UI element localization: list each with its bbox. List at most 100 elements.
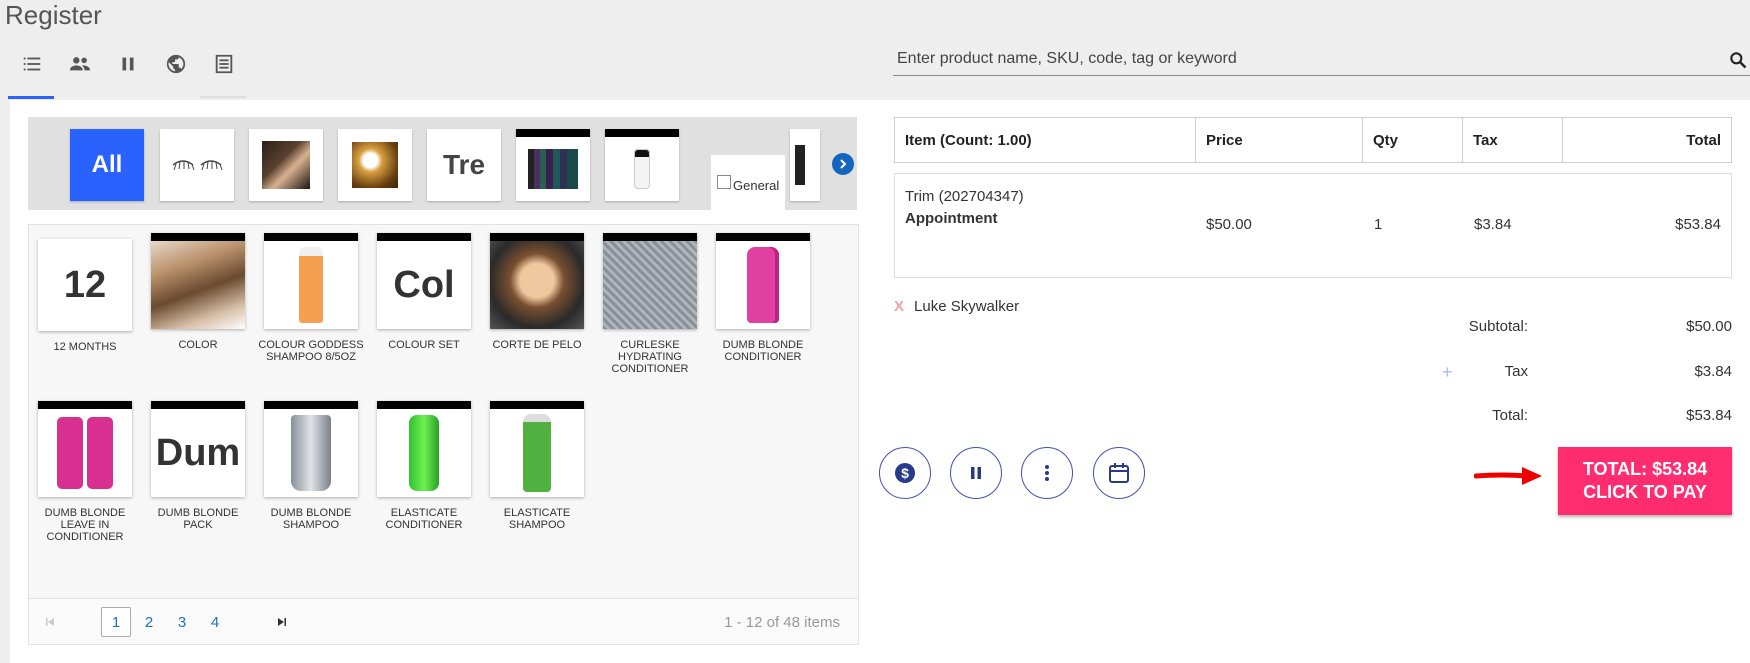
product-name: CURLESKE HYDRATING CONDITIONER [611,339,689,375]
product-item[interactable]: COLOR [142,233,254,351]
product-name: ELASTICATE SHAMPOO [503,507,571,531]
schedule-button[interactable] [1093,447,1145,499]
product-item[interactable]: COLOUR GODDESS SHAMPOO 8/5OZ [255,233,367,363]
category-haircut[interactable] [249,129,323,201]
product-thumb [151,233,245,329]
category-spa[interactable] [338,129,412,201]
receipt-icon[interactable] [200,40,248,88]
product-grid: 12 12 MONTHS COLOR COLOUR GODDESS SHAMPO… [28,224,859,645]
product-item[interactable]: DUMB BLONDE CONDITIONER [707,233,819,363]
eyelashes-image [172,160,223,171]
pay-button-label: CLICK TO PAY [1583,482,1707,502]
more-button[interactable] [1021,447,1073,499]
cart-item-total: $53.84 [1675,216,1721,233]
product-name: ELASTICATE CONDITIONER [385,507,463,531]
product-name: COLOR [178,339,218,351]
pager-info: 1 - 12 of 48 items [724,614,840,631]
product-thumb [603,233,697,329]
product-item[interactable]: 12 12 MONTHS [29,233,141,353]
product-name: CORTE DE PELO [492,339,582,351]
product-name: 12 MONTHS [53,341,117,353]
tab-indicator [200,96,246,98]
product-thumb [38,401,132,497]
product-thumb [490,233,584,329]
register-content: All Tre General 12 12 MONTHS COLOR COLOU… [10,100,1750,663]
tax-label: Tax [1504,363,1528,380]
col-qty: Qty [1363,118,1463,162]
product-name: DUMB BLONDE SHAMPOO [270,507,352,531]
cart-item-name: Trim (202704347) [905,188,1024,205]
general-checkbox[interactable] [717,175,731,189]
product-thumb [264,401,358,497]
product-thumb [716,233,810,329]
payment-button[interactable]: $ [879,447,931,499]
product-item[interactable]: CURLESKE HYDRATING CONDITIONER [594,233,706,375]
products-image [528,149,578,189]
partial-image [795,145,805,185]
col-total: Total [1686,132,1721,149]
page-4[interactable]: 4 [200,607,230,637]
cart-item-price: $50.00 [1206,216,1252,233]
bottle-image [634,149,650,189]
chevron-right-icon[interactable] [832,153,854,175]
customer-name[interactable]: Luke Skywalker [914,298,1019,315]
search-bar [893,44,1750,76]
category-bottle[interactable] [605,129,679,201]
list-icon[interactable] [8,40,56,88]
pay-button-total: TOTAL: $53.84 [1582,459,1708,479]
col-tax: Tax [1463,118,1563,162]
product-thumb: Dum [151,401,245,497]
tax-value: $3.84 [1694,363,1732,380]
cart-item-tax: $3.84 [1474,216,1512,233]
category-strip: All Tre General [28,117,857,210]
pause-icon [971,467,981,479]
category-partial[interactable] [790,129,820,201]
total-label: Total: [1492,407,1528,424]
search-input[interactable] [893,44,1750,74]
dollar-icon: $ [895,463,915,483]
category-products[interactable] [516,129,590,201]
cart-item-type: Appointment [905,210,998,227]
product-name: COLOUR SET [388,339,460,351]
category-tre[interactable]: Tre [427,129,501,201]
product-item[interactable]: ELASTICATE SHAMPOO [481,401,593,531]
search-icon[interactable] [1728,50,1748,70]
page-2[interactable]: 2 [134,607,164,637]
hold-button[interactable] [950,447,1002,499]
first-page-icon[interactable] [35,607,65,637]
pause-icon[interactable] [104,40,152,88]
product-item[interactable]: Dum DUMB BLONDE PACK [142,401,254,531]
product-item[interactable]: Col COLOUR SET [368,233,480,351]
expand-tax-icon[interactable]: + [1442,362,1453,383]
category-all[interactable]: All [70,129,144,201]
active-tab-indicator [8,96,54,99]
product-name: DUMB BLONDE CONDITIONER [722,339,804,363]
category-general-label: General [733,177,780,193]
haircut-image [262,141,310,189]
product-thumb [377,401,471,497]
spa-image [352,142,398,188]
product-thumb: 12 [38,239,132,331]
toolbar [8,40,248,88]
product-item[interactable]: DUMB BLONDE SHAMPOO [255,401,367,531]
total-value: $53.84 [1686,407,1732,424]
page-1[interactable]: 1 [101,607,131,637]
people-icon[interactable] [56,40,104,88]
last-page-icon[interactable] [267,607,297,637]
page-3[interactable]: 3 [167,607,197,637]
customer: X Luke Skywalker [894,298,1019,315]
category-general[interactable]: General [711,155,785,210]
svg-text:$: $ [901,465,909,481]
remove-customer-icon[interactable]: X [894,298,904,315]
product-item[interactable]: ELASTICATE CONDITIONER [368,401,480,531]
cart-item-qty[interactable]: 1 [1374,216,1382,233]
product-item[interactable]: CORTE DE PELO [481,233,593,351]
pay-button[interactable]: TOTAL: $53.84 CLICK TO PAY [1558,447,1732,515]
category-lashes[interactable] [160,129,234,201]
product-thumb: Col [377,233,471,329]
product-name: COLOUR GODDESS SHAMPOO 8/5OZ [258,339,364,363]
product-item[interactable]: DUMB BLONDE LEAVE IN CONDITIONER [29,401,141,543]
subtotal-label: Subtotal: [1468,318,1528,335]
globe-icon[interactable] [152,40,200,88]
cart-row[interactable]: Trim (202704347) Appointment $50.00 1 $3… [894,173,1732,278]
